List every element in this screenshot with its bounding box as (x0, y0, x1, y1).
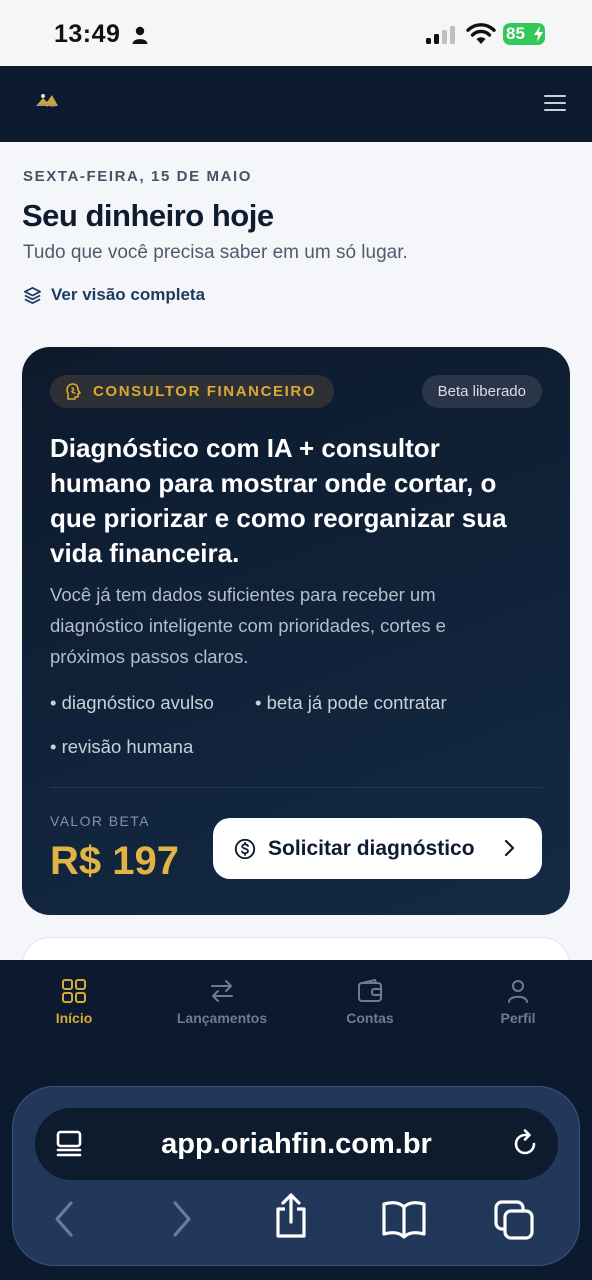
url-text: app.oriahfin.com.br (161, 1128, 432, 1160)
reload-icon[interactable] (510, 1129, 540, 1159)
view-full-overview-link[interactable]: Ver visão completa (23, 285, 205, 305)
person-icon (132, 26, 148, 44)
wallet-icon (358, 979, 382, 1002)
nav-item-contas[interactable]: Contas (305, 978, 435, 1026)
tabs-icon[interactable] (493, 1199, 537, 1241)
bookmarks-icon[interactable] (381, 1199, 427, 1239)
layers-icon (24, 286, 41, 304)
browser-toolbar: app.oriahfin.com.br (12, 1086, 580, 1266)
financial-advisor-card: CONSULTOR FINANCEIRO Beta liberado Diagn… (22, 347, 570, 915)
nav-label: Lançamentos (176, 1010, 268, 1026)
main-content: SEXTA-FEIRA, 15 DE MAIO Seu dinheiro hoj… (0, 142, 592, 960)
status-bar: 13:49 85 (0, 0, 592, 66)
logo-text: Fin (46, 101, 56, 109)
cta-label: Solicitar diagnóstico (268, 836, 475, 860)
battery-indicator: 85 (503, 23, 545, 45)
date-label: SEXTA-FEIRA, 15 DE MAIO (23, 168, 253, 185)
request-diagnosis-button[interactable]: Solicitar diagnóstico (213, 818, 542, 879)
battery-level: 85 (506, 24, 525, 43)
nav-item-perfil[interactable]: Perfil (453, 978, 583, 1026)
advisor-badge-label: CONSULTOR FINANCEIRO (93, 383, 317, 400)
feature-item: • diagnóstico avulso (50, 692, 214, 713)
nav-label: Contas (346, 1010, 394, 1026)
page-title: Seu dinheiro hoje (22, 198, 274, 233)
feature-item: • revisão humana (50, 736, 194, 757)
page-subtitle: Tudo que você precisa saber em um só lug… (23, 242, 408, 263)
nav-item-inicio[interactable]: Início (9, 978, 139, 1026)
hamburger-menu-icon[interactable] (544, 94, 566, 112)
beta-badge: Beta liberado (421, 375, 542, 408)
divider (50, 787, 542, 788)
nav-label: Perfil (500, 1010, 536, 1026)
card-headline: Diagnóstico com IA + consultor humano pa… (50, 433, 507, 568)
bottom-navigation: Início Lançamentos Contas Perfil (0, 960, 592, 1070)
price-label: VALOR BETA (50, 813, 150, 829)
app-header: Fin (0, 66, 592, 142)
feature-item: • beta já pode contratar (255, 692, 447, 713)
share-icon[interactable] (273, 1193, 309, 1239)
arrows-icon (211, 980, 233, 1002)
price-value: R$ 197 (50, 839, 179, 883)
forward-icon[interactable] (167, 1199, 195, 1239)
view-link-label: Ver visão completa (51, 285, 206, 304)
nav-item-lancamentos[interactable]: Lançamentos (157, 978, 287, 1026)
next-card (22, 937, 570, 960)
card-description: Você já tem dados suficientes para receb… (50, 584, 446, 667)
nav-label: Início (55, 1010, 93, 1026)
wifi-icon (466, 23, 496, 44)
cellular-signal-icon (426, 26, 455, 44)
brain-icon (66, 382, 81, 400)
chevron-right-icon (504, 839, 515, 857)
address-bar[interactable]: app.oriahfin.com.br (35, 1108, 558, 1180)
advisor-badge: CONSULTOR FINANCEIRO (50, 375, 335, 408)
dollar-circle-icon (234, 838, 256, 859)
charging-bolt-icon (534, 26, 543, 42)
user-icon (508, 980, 528, 1003)
back-icon[interactable] (51, 1199, 79, 1239)
grid-icon (62, 979, 86, 1003)
status-time: 13:49 (54, 20, 121, 48)
